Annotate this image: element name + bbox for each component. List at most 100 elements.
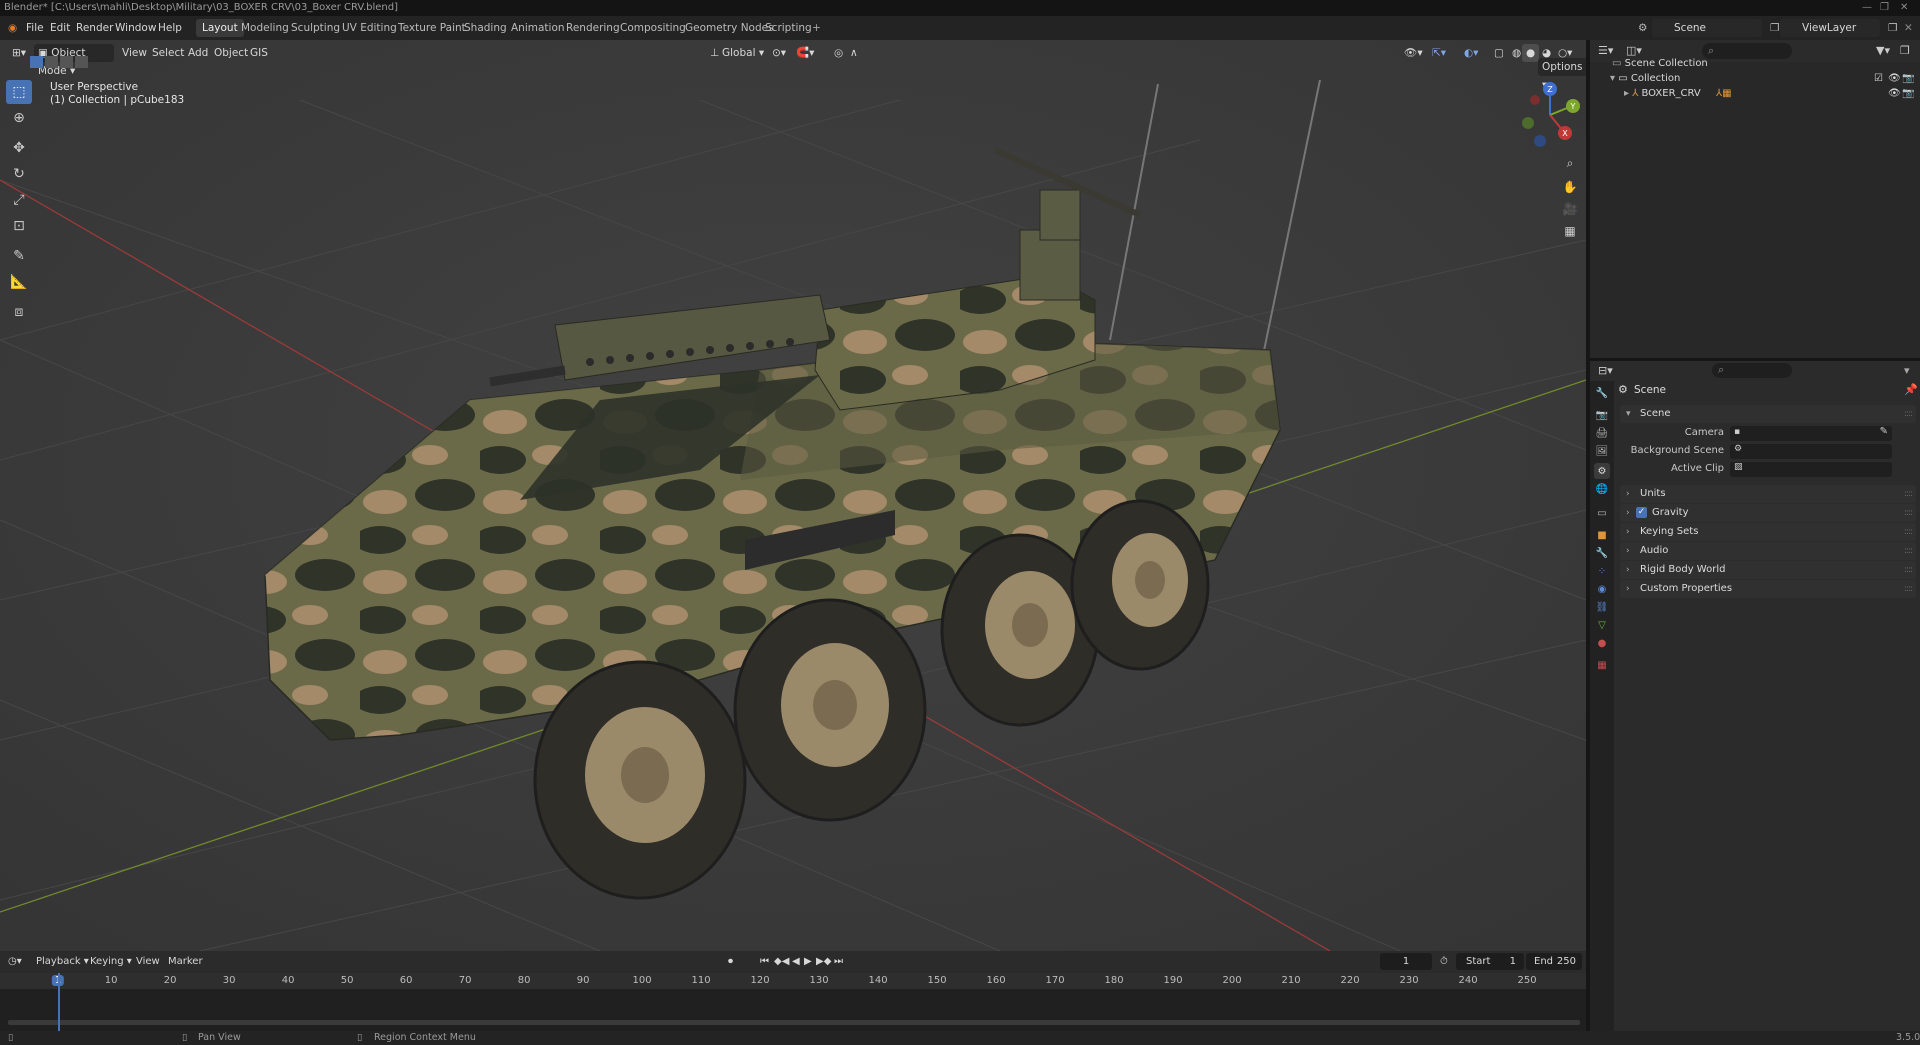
jump-end-icon[interactable]: ⏭ bbox=[834, 954, 843, 970]
transform-tool-icon[interactable]: ⊡ bbox=[6, 214, 32, 238]
annotate-tool-icon[interactable]: ✎ bbox=[6, 244, 32, 268]
outliner-row-boxer-crv[interactable]: ▸ ⅄ BOXER_CRV ⅄▦ 👁 📷 bbox=[1590, 86, 1920, 101]
properties-editor-type-icon[interactable]: ⊟▾ bbox=[1598, 364, 1613, 377]
menu-marker[interactable]: Marker bbox=[168, 954, 203, 970]
end-frame-field[interactable]: End 250 bbox=[1526, 953, 1582, 970]
tool-tab-icon[interactable]: 🔧 bbox=[1594, 385, 1610, 401]
select-extend-icon[interactable] bbox=[45, 56, 58, 68]
play-reverse-icon[interactable]: ◀ bbox=[792, 954, 800, 970]
menu-gis[interactable]: GIS bbox=[246, 44, 272, 62]
scene-type-icon[interactable]: ⚙ bbox=[1638, 20, 1647, 36]
drag-handle-icon[interactable]: :::: bbox=[1904, 580, 1913, 598]
collection-tab-icon[interactable]: ▭ bbox=[1594, 505, 1610, 521]
move-tool-icon[interactable]: ✥ bbox=[6, 136, 32, 160]
editor-type-icon[interactable]: ⊞▾ bbox=[8, 44, 30, 62]
menu-add[interactable]: Add bbox=[184, 44, 212, 62]
drag-handle-icon[interactable]: :::: bbox=[1904, 542, 1913, 560]
navigation-gizmo[interactable]: Z Y X bbox=[1515, 80, 1585, 150]
minimize-icon[interactable]: — bbox=[1862, 0, 1872, 16]
delete-viewlayer-icon[interactable]: ✕ bbox=[1904, 20, 1913, 36]
options-button[interactable]: Options ▾ bbox=[1538, 58, 1586, 91]
menu-view[interactable]: View bbox=[118, 44, 151, 62]
outliner-editor[interactable]: ☰▾ ◫▾ ⌕ ▼▾ ❐ ▭ Scene Collection ▾ ▭ Coll… bbox=[1590, 40, 1920, 358]
expand-chevron-icon[interactable]: ▾ bbox=[1610, 73, 1618, 84]
pin-icon[interactable]: 📌 bbox=[1904, 383, 1918, 396]
measure-tool-icon[interactable]: 📐 bbox=[6, 270, 32, 294]
active-clip-field[interactable]: ▨ bbox=[1730, 462, 1892, 477]
panel-custom-properties-header[interactable]: › Custom Properties :::: bbox=[1620, 580, 1916, 598]
properties-options-icon[interactable]: ▾ bbox=[1904, 364, 1910, 377]
cursor-tool-icon[interactable]: ⊕ bbox=[6, 106, 32, 130]
select-subtract-icon[interactable] bbox=[60, 56, 73, 68]
menu-render[interactable]: Render bbox=[76, 20, 113, 36]
play-icon[interactable]: ▶ bbox=[804, 954, 812, 970]
overlay-toggle-icon[interactable]: ◐▾ bbox=[1460, 44, 1482, 62]
data-tab-icon[interactable]: ▽ bbox=[1594, 617, 1610, 633]
zoom-icon[interactable]: ⌕ bbox=[1559, 152, 1581, 174]
view-layer-tab-icon[interactable]: 🖼 bbox=[1594, 443, 1610, 459]
timeline-editor-type-icon[interactable]: ◷▾ bbox=[8, 954, 22, 970]
current-frame-field[interactable]: 1 bbox=[1380, 953, 1432, 970]
background-scene-field[interactable]: ⚙ bbox=[1730, 444, 1892, 459]
outliner-row-scene-collection[interactable]: ▭ Scene Collection bbox=[1590, 56, 1920, 71]
output-tab-icon[interactable]: 🖨 bbox=[1594, 425, 1610, 441]
viewlayer-selector[interactable]: ViewLayer bbox=[1780, 19, 1880, 37]
particles-tab-icon[interactable]: ⁘ bbox=[1594, 563, 1610, 579]
camera-field[interactable]: ▪ ✎ bbox=[1730, 426, 1892, 441]
drag-handle-icon[interactable]: :::: bbox=[1904, 504, 1913, 522]
gizmo-toggle-icon[interactable]: ⇱▾ bbox=[1428, 44, 1450, 62]
panel-scene-header[interactable]: ▾ Scene :::: bbox=[1620, 405, 1916, 423]
3d-viewport[interactable]: ⊞▾ ▣ Object Mode ▾ View Select Add Objec… bbox=[0, 40, 1586, 951]
maximize-icon[interactable]: ❐ bbox=[1880, 0, 1889, 16]
rotate-tool-icon[interactable]: ↻ bbox=[6, 162, 32, 186]
drag-handle-icon[interactable]: :::: bbox=[1904, 561, 1913, 579]
properties-editor[interactable]: ⊟▾ ⌕ ▾ 🔧 📷 🖨 🖼 ⚙ 🌐 ▭ ■ 🔧 ⁘ ◉ ⛓ ▽ ● ▦ ⚙ S… bbox=[1590, 361, 1920, 1031]
material-tab-icon[interactable]: ● bbox=[1594, 635, 1610, 651]
tab-scripting[interactable]: Scripting bbox=[759, 19, 818, 37]
constraints-tab-icon[interactable]: ⛓ bbox=[1594, 599, 1610, 615]
snap-icon[interactable]: 🧲▾ bbox=[792, 44, 818, 62]
menu-file[interactable]: File bbox=[26, 20, 44, 36]
pivot-icon[interactable]: ⊙▾ bbox=[768, 44, 790, 62]
menu-timeline-view[interactable]: View bbox=[136, 954, 160, 970]
drag-handle-icon[interactable]: :::: bbox=[1904, 523, 1913, 541]
camera-view-icon[interactable]: 🎥 bbox=[1559, 198, 1581, 220]
panel-audio-header[interactable]: › Audio :::: bbox=[1620, 542, 1916, 560]
xray-icon[interactable]: ▢ bbox=[1490, 44, 1508, 62]
panel-keying-sets-header[interactable]: › Keying Sets :::: bbox=[1620, 523, 1916, 541]
menu-playback[interactable]: Playback ▾ bbox=[36, 954, 89, 970]
render-tab-icon[interactable]: 📷 bbox=[1594, 407, 1610, 423]
visibility-eye-icon[interactable]: 👁 bbox=[1888, 71, 1901, 86]
visibility-icon[interactable]: 👁▾ bbox=[1400, 44, 1427, 62]
select-invert-icon[interactable] bbox=[75, 56, 88, 68]
drag-handle-icon[interactable]: :::: bbox=[1904, 405, 1913, 423]
blender-logo-icon[interactable]: ◉ bbox=[8, 20, 17, 36]
playhead-line[interactable] bbox=[58, 973, 60, 1031]
proportional-edit-icon[interactable]: ◎ bbox=[830, 44, 847, 62]
timeline-scrollbar[interactable] bbox=[8, 1020, 1580, 1025]
render-camera-icon[interactable]: 📷 bbox=[1902, 86, 1914, 101]
prev-keyframe-icon[interactable]: ◆◀ bbox=[774, 954, 789, 970]
world-tab-icon[interactable]: 🌐 bbox=[1594, 481, 1610, 497]
close-icon[interactable]: ✕ bbox=[1900, 0, 1908, 16]
expand-chevron-icon[interactable]: ▸ bbox=[1624, 88, 1632, 99]
menu-help[interactable]: Help bbox=[158, 20, 182, 36]
gravity-checkbox[interactable]: ✓ bbox=[1636, 507, 1647, 518]
select-new-icon[interactable] bbox=[30, 56, 43, 68]
menu-edit[interactable]: Edit bbox=[50, 20, 70, 36]
shading-solid-icon[interactable]: ● bbox=[1522, 44, 1540, 62]
render-camera-icon[interactable]: 📷 bbox=[1902, 71, 1914, 86]
menu-window[interactable]: Window bbox=[115, 20, 156, 36]
timeline-track[interactable] bbox=[0, 989, 1586, 1031]
physics-tab-icon[interactable]: ◉ bbox=[1594, 581, 1610, 597]
select-box-tool-icon[interactable]: ⬚ bbox=[6, 80, 32, 104]
next-keyframe-icon[interactable]: ▶◆ bbox=[816, 954, 831, 970]
menu-keying[interactable]: Keying ▾ bbox=[90, 954, 132, 970]
drag-handle-icon[interactable]: :::: bbox=[1904, 485, 1913, 503]
object-tab-icon[interactable]: ■ bbox=[1594, 527, 1610, 543]
modifier-tab-icon[interactable]: 🔧 bbox=[1594, 545, 1610, 561]
falloff-icon[interactable]: ∧ bbox=[846, 44, 862, 62]
panel-rigid-body-world-header[interactable]: › Rigid Body World :::: bbox=[1620, 561, 1916, 579]
new-viewlayer-icon[interactable]: ❐ bbox=[1888, 20, 1897, 36]
stopwatch-icon[interactable]: ⏱ bbox=[1440, 954, 1448, 970]
